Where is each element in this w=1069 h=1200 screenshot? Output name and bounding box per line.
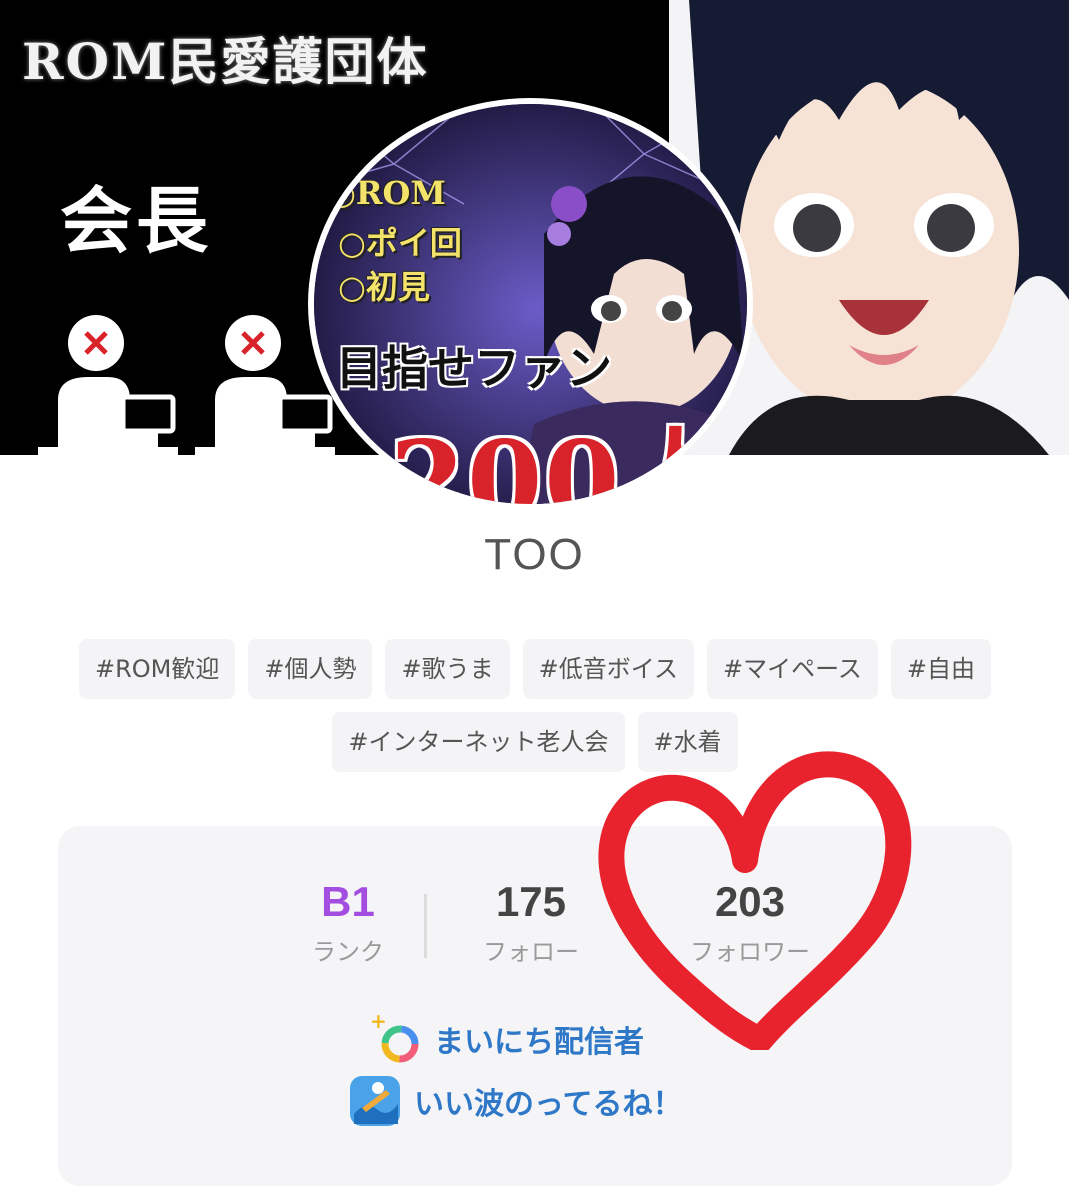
- rank-stat[interactable]: B1 ランク: [248, 878, 448, 967]
- stats-divider: [424, 894, 427, 958]
- avatar-goal-count: 200人: [390, 418, 732, 510]
- tag-chip[interactable]: #歌うま: [385, 639, 510, 699]
- avatar-line: ○初見: [338, 268, 430, 306]
- good-wave-label: いい波のってるね！: [414, 1087, 683, 1122]
- profile-avatar[interactable]: ◎ROM ○ポイ回 ○初見 目指せファン 200人: [308, 98, 753, 510]
- svg-text:+: +: [370, 1012, 387, 1033]
- rainbow-ring-icon: +: [370, 1012, 419, 1063]
- avatar-line: ○ポイ回: [338, 224, 462, 262]
- avatar-goal-text: 目指せファン: [336, 341, 612, 395]
- tag-chip[interactable]: #個人勢: [248, 639, 373, 699]
- rank-label: ランク: [312, 938, 384, 966]
- good-wave-badge[interactable]: いい波のってるね！: [348, 1074, 683, 1128]
- tag-chip[interactable]: #マイペース: [706, 639, 878, 699]
- lurker-icon: [38, 315, 178, 455]
- rank-value: B1: [321, 878, 375, 925]
- avatar-line: ◎ROM: [328, 174, 446, 212]
- tag-chip[interactable]: #インターネット老人会: [332, 712, 625, 772]
- username: TOO: [484, 530, 585, 579]
- banner-title: ROM民愛護団体: [22, 32, 429, 91]
- heart-annotation-icon: [598, 751, 912, 1050]
- tag-chip[interactable]: #ROM歓迎: [78, 639, 236, 699]
- surf-wave-icon: [350, 1076, 400, 1126]
- banner-chairman-label: 会長: [60, 178, 213, 263]
- tag-chip[interactable]: #低音ボイス: [522, 639, 694, 699]
- tag-chip[interactable]: #自由: [890, 639, 992, 699]
